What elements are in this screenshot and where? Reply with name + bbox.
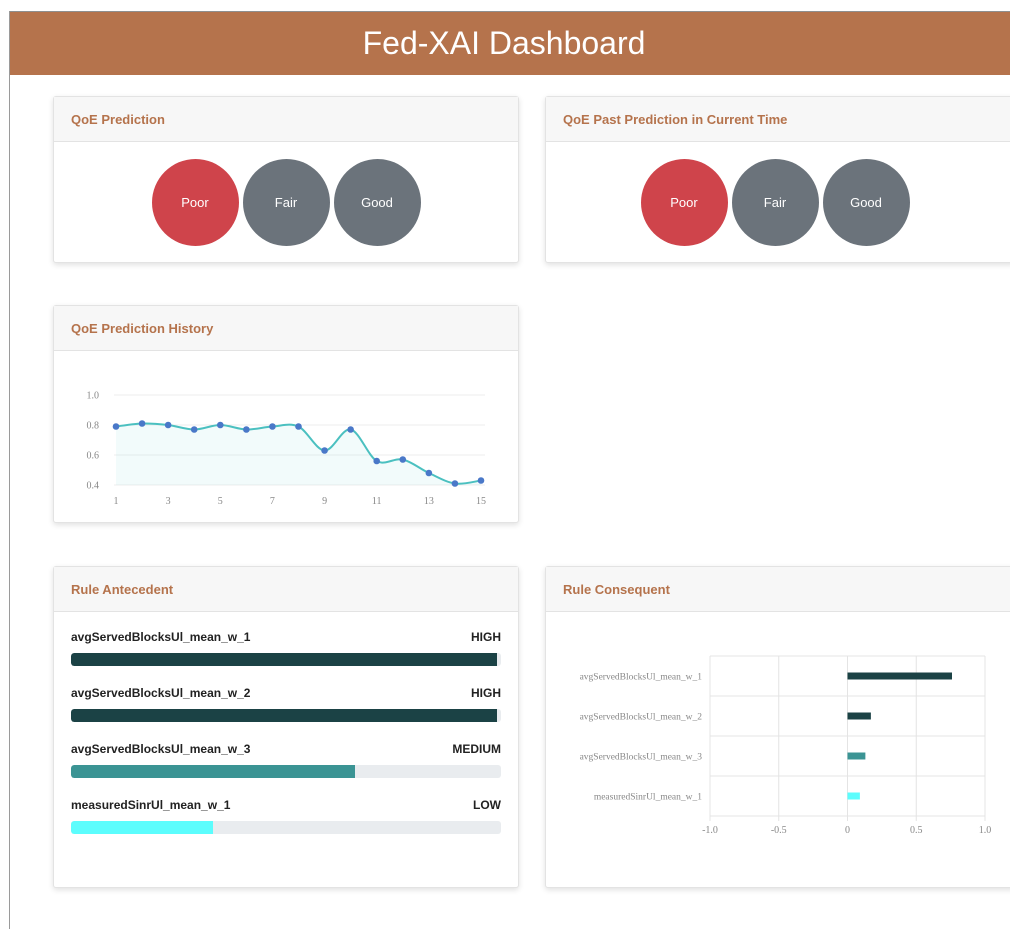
qoe-past-prediction-options: Poor Fair Good (546, 159, 1010, 246)
x-tick-label: 1.0 (979, 825, 992, 836)
x-tick-label: 5 (218, 496, 223, 507)
data-point (216, 421, 224, 429)
qoe-history-card: QoE Prediction History 0.4 0.6 0.8 1.0 1 3 5 7 9… (53, 305, 519, 523)
rule-row: avgServedBlocksUl_mean_w_1 HIGH (54, 630, 518, 666)
y-tick-label: 1.0 (87, 391, 100, 402)
y-tick-label: 0.6 (87, 451, 100, 462)
option-good[interactable]: Good (822, 159, 910, 246)
category-label: avgServedBlocksUl_mean_w_1 (580, 673, 703, 683)
rule-antecedent-card: Rule Antecedent avgServedBlocksUl_mean_w… (53, 566, 519, 888)
data-point (295, 423, 302, 430)
history-line-chart: 0.40.60.81.01 3 5 7 9 11 13 15 (87, 391, 487, 508)
data-point (190, 426, 198, 433)
rule-bar-track (71, 821, 501, 834)
rule-feature: avgServedBlocksUl_mean_w_3 (71, 742, 251, 756)
x-tick-label: -1.0 (702, 825, 718, 836)
rule-level: MEDIUM (452, 742, 501, 756)
x-tick-label: 13 (424, 496, 434, 507)
data-point (164, 421, 172, 429)
rule-bar-fill (71, 709, 497, 722)
data-point (399, 456, 407, 463)
rule-bar-track (71, 653, 501, 666)
rule-row: measuredSinrUl_mean_w_1 LOW (54, 798, 518, 834)
rule-bar-fill (71, 821, 213, 834)
data-bar (847, 792, 860, 800)
option-fair[interactable]: Fair (731, 159, 819, 246)
window-border (9, 11, 10, 929)
rule-feature: avgServedBlocksUl_mean_w_2 (71, 686, 251, 700)
rule-row: avgServedBlocksUl_mean_w_2 HIGH (54, 686, 518, 722)
option-poor[interactable]: Poor (640, 159, 728, 246)
data-point (243, 426, 250, 433)
series-area (116, 423, 481, 485)
category-label: avgServedBlocksUl_mean_w_3 (580, 753, 703, 763)
x-tick-label: 0 (845, 825, 850, 836)
category-label: avgServedBlocksUl_mean_w_2 (580, 713, 703, 723)
data-point (477, 477, 485, 484)
data-point (269, 423, 276, 430)
x-tick-label: 15 (476, 496, 486, 507)
rule-level: HIGH (471, 630, 501, 644)
option-good[interactable]: Good (333, 159, 421, 246)
data-bar (847, 712, 871, 720)
window-top (0, 0, 1010, 11)
qoe-past-prediction-card: QoE Past Prediction in Current Time Poor… (545, 96, 1010, 263)
data-point (138, 420, 146, 427)
rule-consequent-card: Rule Consequent -1.0 -0.5 0 0.5 1.0 avgServed… (545, 566, 1010, 888)
consequent-bar-chart: -1.0 -0.5 0 0.5 1.0 avgServedBlocksUl_mean_w_… (580, 655, 992, 836)
x-tick-label: -0.5 (771, 825, 787, 836)
rule-feature: measuredSinrUl_mean_w_1 (71, 798, 231, 812)
data-bar (847, 672, 952, 680)
rule-level: HIGH (471, 686, 501, 700)
x-tick-label: 11 (372, 496, 382, 507)
card-title: Rule Antecedent (54, 567, 518, 612)
rule-bar-fill (71, 653, 497, 666)
data-point (373, 457, 381, 465)
rule-bar-track (71, 709, 501, 722)
data-bar (847, 752, 866, 760)
x-tick-label: 7 (270, 496, 275, 507)
x-tick-label: 1 (114, 496, 119, 507)
option-fair[interactable]: Fair (242, 159, 330, 246)
page-title: Fed-XAI Dashboard (362, 25, 646, 61)
data-point (451, 480, 459, 487)
x-tick-label: 0.5 (910, 825, 923, 836)
rule-row: avgServedBlocksUl_mean_w_3 MEDIUM (54, 742, 518, 778)
data-point (112, 423, 120, 430)
card-title: QoE Prediction History (54, 306, 518, 351)
y-tick-label: 0.4 (87, 481, 100, 492)
card-title: Rule Consequent (546, 567, 1010, 612)
dashboard-header: Fed-XAI Dashboard (10, 11, 1010, 75)
category-label: measuredSinrUl_mean_w_1 (594, 793, 702, 803)
data-point (321, 447, 328, 454)
qoe-prediction-options: Poor Fair Good (54, 159, 518, 246)
rule-bar-fill (71, 765, 355, 778)
card-title: QoE Prediction (54, 97, 518, 142)
rule-bar-track (71, 765, 501, 778)
qoe-prediction-card: QoE Prediction Poor Fair Good (53, 96, 519, 263)
rule-level: LOW (473, 798, 501, 812)
y-tick-label: 0.8 (87, 421, 100, 432)
rule-feature: avgServedBlocksUl_mean_w_1 (71, 630, 251, 644)
x-tick-label: 3 (166, 496, 171, 507)
data-point (425, 469, 433, 477)
data-point (347, 426, 354, 433)
x-tick-label: 9 (322, 496, 327, 507)
option-poor[interactable]: Poor (151, 159, 239, 246)
card-title: QoE Past Prediction in Current Time (546, 97, 1010, 142)
